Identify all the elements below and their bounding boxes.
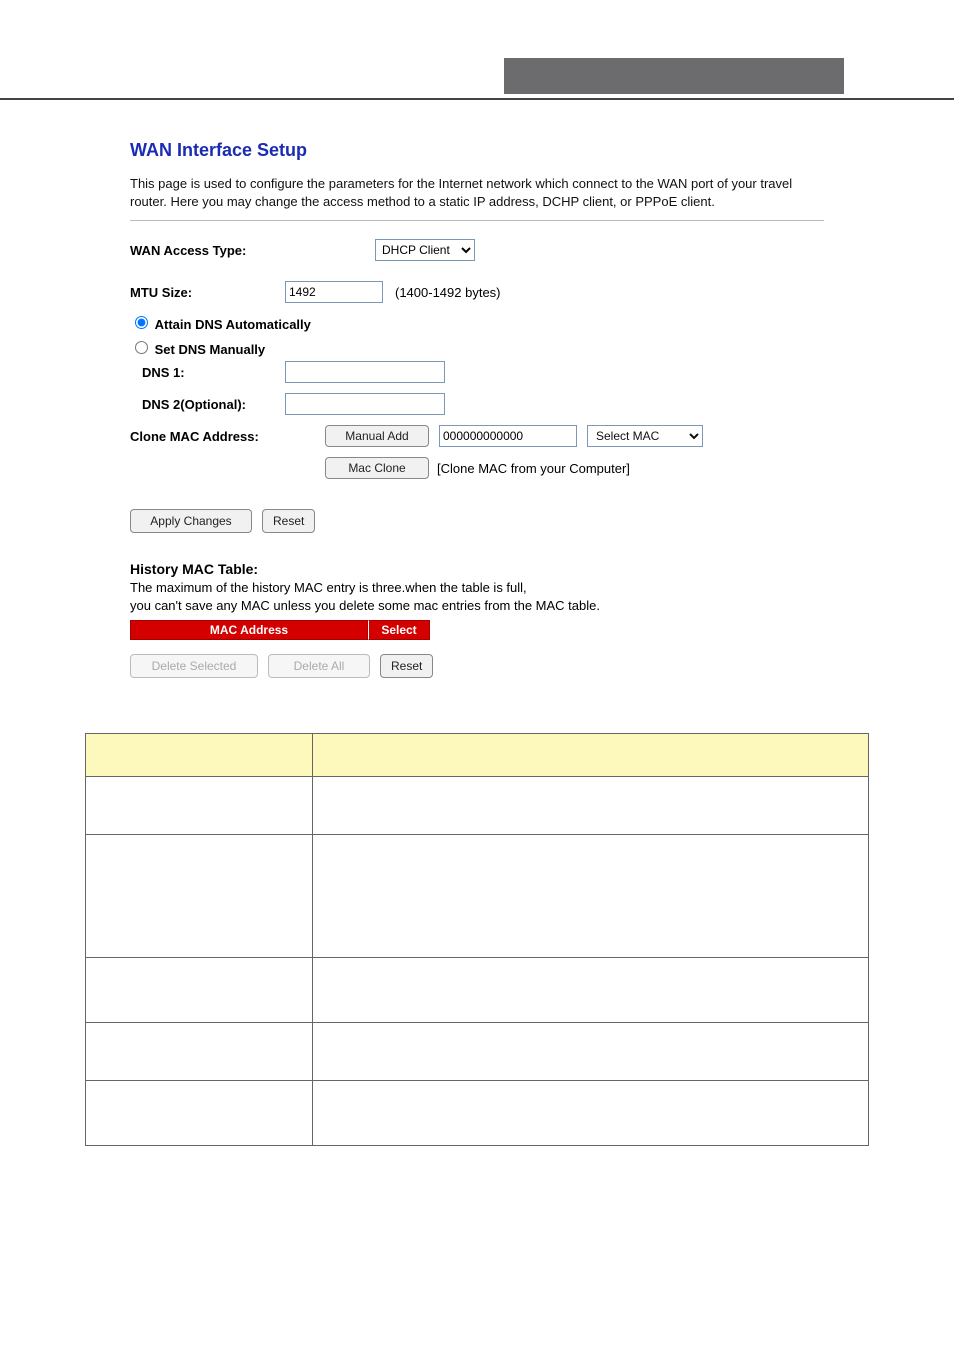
- clone-mac-label: Clone MAC Address:: [130, 429, 325, 444]
- mtu-label: MTU Size:: [130, 285, 285, 300]
- blank-cell: [86, 734, 313, 777]
- blank-cell: [86, 835, 313, 958]
- select-mac-dropdown[interactable]: Select MAC: [587, 425, 703, 447]
- top-bar: [0, 58, 954, 100]
- history-mac-description: The maximum of the history MAC entry is …: [130, 579, 824, 614]
- history-desc-line2: you can't save any MAC unless you delete…: [130, 598, 600, 613]
- mac-input[interactable]: [439, 425, 577, 447]
- mac-clone-note: [Clone MAC from your Computer]: [437, 461, 630, 476]
- blank-cell: [313, 835, 869, 958]
- manual-add-button[interactable]: Manual Add: [325, 425, 429, 447]
- wan-access-select[interactable]: DHCP Client: [375, 239, 475, 261]
- top-bar-dark-block: [504, 58, 844, 94]
- delete-selected-button[interactable]: Delete Selected: [130, 654, 258, 678]
- mtu-input[interactable]: [285, 281, 383, 303]
- dns-auto-radio[interactable]: [135, 316, 148, 329]
- blank-cell: [313, 1023, 869, 1081]
- history-reset-button[interactable]: Reset: [380, 654, 433, 678]
- mac-clone-button[interactable]: Mac Clone: [325, 457, 429, 479]
- dns2-input[interactable]: [285, 393, 445, 415]
- dns-manual-label: Set DNS Manually: [155, 342, 266, 357]
- blank-cell: [86, 1081, 313, 1146]
- blank-cell: [313, 734, 869, 777]
- mac-table-col-select: Select: [368, 620, 430, 640]
- history-desc-line1: The maximum of the history MAC entry is …: [130, 580, 527, 595]
- blank-cell: [86, 958, 313, 1023]
- blank-cell: [313, 1081, 869, 1146]
- wan-access-label: WAN Access Type:: [130, 243, 285, 258]
- history-mac-title: History MAC Table:: [130, 561, 824, 577]
- dns1-label: DNS 1:: [130, 365, 285, 380]
- dns-manual-radio[interactable]: [135, 341, 148, 354]
- dns-auto-label: Attain DNS Automatically: [155, 317, 311, 332]
- reset-button[interactable]: Reset: [262, 509, 315, 533]
- page-title: WAN Interface Setup: [130, 140, 824, 161]
- blank-cell: [313, 777, 869, 835]
- blank-cell: [86, 777, 313, 835]
- apply-changes-button[interactable]: Apply Changes: [130, 509, 252, 533]
- dns1-input[interactable]: [285, 361, 445, 383]
- mtu-hint: (1400-1492 bytes): [395, 285, 501, 300]
- blank-cell: [313, 958, 869, 1023]
- blank-cell: [86, 1023, 313, 1081]
- page-description: This page is used to configure the param…: [130, 175, 824, 221]
- mac-table-col-address: MAC Address: [130, 620, 368, 640]
- blank-info-table: [85, 733, 869, 1146]
- dns2-label: DNS 2(Optional):: [130, 397, 285, 412]
- delete-all-button[interactable]: Delete All: [268, 654, 370, 678]
